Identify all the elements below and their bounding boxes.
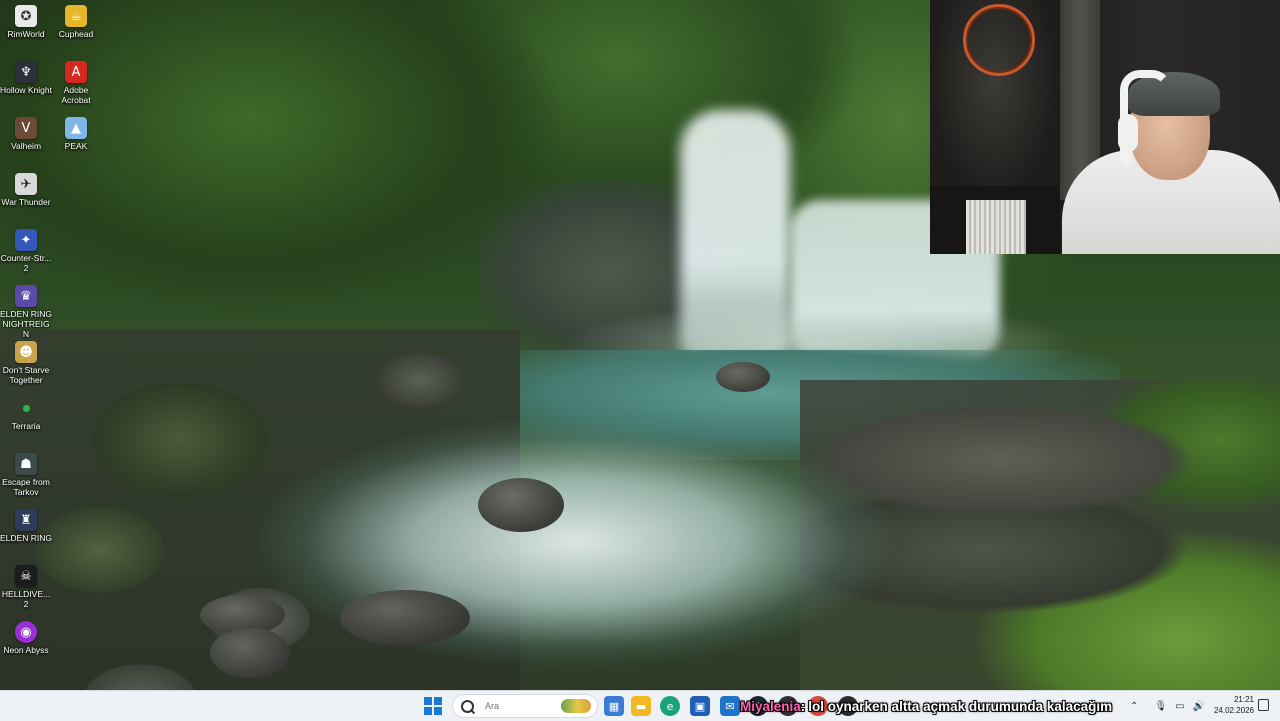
- stream-chat-overlay: Miyalenia : lol oynarken altta açmak dur…: [740, 697, 1112, 717]
- desktop-shortcut-label: Valheim: [10, 141, 42, 151]
- notification-icon[interactable]: [1258, 699, 1269, 711]
- adobe-acrobat-icon: A: [65, 61, 87, 83]
- clock-date: 24.02.2026: [1213, 706, 1254, 715]
- taskbar-app-outlook[interactable]: ✉: [720, 696, 740, 716]
- elden-ring-icon: ♜: [15, 509, 37, 531]
- start-button[interactable]: [424, 697, 442, 715]
- windows-logo-icon: [424, 697, 432, 705]
- wallpaper-boulder: [210, 628, 290, 678]
- peak-icon: ▲: [65, 117, 87, 139]
- chat-separator: :: [800, 699, 806, 714]
- desktop-shortcut-label: Escape from Tarkov: [2, 477, 50, 497]
- microphone-icon[interactable]: 🎙: [1154, 701, 1167, 712]
- desktop-shortcut-label: Adobe Acrobat: [61, 85, 91, 105]
- desktop-shortcut-valheim[interactable]: V Valheim: [0, 117, 52, 151]
- escape-from-tarkov-icon: ☗: [15, 453, 37, 475]
- desktop-shortcut-label: Counter-Str... 2: [0, 253, 52, 273]
- desktop-shortcut-label: Don't Starve Together: [2, 365, 50, 385]
- desktop-shortcut-elden-ring-nightreign[interactable]: ♛ ELDEN RING NIGHTREIGN: [0, 285, 52, 339]
- webcam-radiator: [966, 200, 1026, 254]
- outlook-icon: ✉: [725, 699, 735, 713]
- counter-strike-icon: ✦: [15, 229, 37, 251]
- rimworld-icon: ✪: [15, 5, 37, 27]
- taskbar-app-store[interactable]: ▦: [604, 696, 624, 716]
- wallpaper-boulder: [716, 362, 770, 392]
- store-icon: ▦: [608, 699, 620, 713]
- war-thunder-icon: ✈: [15, 173, 37, 195]
- search-highlight-icon[interactable]: [561, 699, 591, 713]
- taskbar-app-file-explorer[interactable]: ▬: [631, 696, 651, 716]
- desktop-shortcut-label: Hollow Knight: [0, 85, 52, 95]
- desktop-shortcut-label: Neon Abyss: [3, 645, 49, 655]
- chevron-up-icon[interactable]: ⌃: [1130, 701, 1138, 712]
- terraria-icon: [15, 397, 37, 419]
- taskbar-app-edge[interactable]: e: [660, 696, 680, 716]
- desktop-shortcut-label: HELLDIVE... 2: [1, 589, 51, 609]
- app-icon: ▣: [694, 699, 706, 713]
- helldivers-icon: ☠: [15, 565, 37, 587]
- wallpaper-boulder: [478, 478, 564, 532]
- webcam-poster: [930, 0, 1058, 198]
- clock-time: 21:21: [1233, 695, 1254, 704]
- dont-starve-together-icon: ☻: [15, 341, 37, 363]
- elden-ring-nightreign-icon: ♛: [15, 285, 37, 307]
- edge-icon: e: [666, 699, 674, 713]
- network-icon[interactable]: ▭: [1175, 701, 1184, 712]
- desktop-shortcut-cuphead[interactable]: ☕ Cuphead: [50, 5, 102, 39]
- valheim-icon: V: [15, 117, 37, 139]
- search-icon: [461, 699, 474, 713]
- volume-icon[interactable]: 🔊: [1193, 701, 1205, 712]
- taskbar-search-box[interactable]: [452, 694, 598, 718]
- webcam-poster-emblem: [963, 4, 1035, 76]
- desktop-shortcut-escape-from-tarkov[interactable]: ☗ Escape from Tarkov: [0, 453, 52, 497]
- neon-abyss-icon: ◉: [15, 621, 37, 643]
- desktop-shortcut-war-thunder[interactable]: ✈ War Thunder: [0, 173, 52, 207]
- desktop-shortcut-label: War Thunder: [1, 197, 51, 207]
- desktop-shortcut-terraria[interactable]: Terraria: [0, 397, 52, 431]
- search-input[interactable]: [483, 700, 567, 712]
- cuphead-icon: ☕: [65, 5, 87, 27]
- wallpaper-boulder: [340, 590, 470, 646]
- system-tray: ⌃ 🎙 ▭ 🔊: [1130, 691, 1205, 721]
- desktop-shortcut-label: PEAK: [64, 141, 88, 151]
- desktop-shortcut-peak[interactable]: ▲ PEAK: [50, 117, 102, 151]
- desktop-shortcut-counter-strike-2[interactable]: ✦ Counter-Str... 2: [0, 229, 52, 273]
- desktop-shortcut-dont-starve-together[interactable]: ☻ Don't Starve Together: [0, 341, 52, 385]
- desktop-shortcut-adobe-acrobat[interactable]: A Adobe Acrobat: [50, 61, 102, 105]
- desktop-shortcut-label: Cuphead: [58, 29, 94, 39]
- file-explorer-icon: ▬: [635, 699, 647, 713]
- desktop-shortcut-label: ELDEN RING NIGHTREIGN: [0, 309, 52, 339]
- taskbar-clock[interactable]: 21:21 24.02.2026: [1210, 694, 1254, 716]
- desktop-shortcut-elden-ring[interactable]: ♜ ELDEN RING: [0, 509, 52, 543]
- desktop-shortcut-rimworld[interactable]: ✪ RimWorld: [0, 5, 52, 39]
- webcam-headset-earcup: [1118, 114, 1138, 152]
- desktop-shortcut-label: ELDEN RING: [0, 533, 52, 543]
- taskbar-app[interactable]: ▣: [690, 696, 710, 716]
- webcam-overlay: [930, 0, 1280, 254]
- desktop-shortcut-label: Terraria: [11, 421, 41, 431]
- chat-message: lol oynarken altta açmak durumunda kalac…: [808, 699, 1113, 714]
- desktop-shortcut-neon-abyss[interactable]: ◉ Neon Abyss: [0, 621, 52, 655]
- desktop-shortcut-hollow-knight[interactable]: ♆ Hollow Knight: [0, 61, 52, 95]
- desktop-shortcut-label: RimWorld: [7, 29, 45, 39]
- chat-username: Miyalenia: [740, 699, 801, 714]
- desktop-shortcut-helldivers-2[interactable]: ☠ HELLDIVE... 2: [0, 565, 52, 609]
- hollow-knight-icon: ♆: [15, 61, 37, 83]
